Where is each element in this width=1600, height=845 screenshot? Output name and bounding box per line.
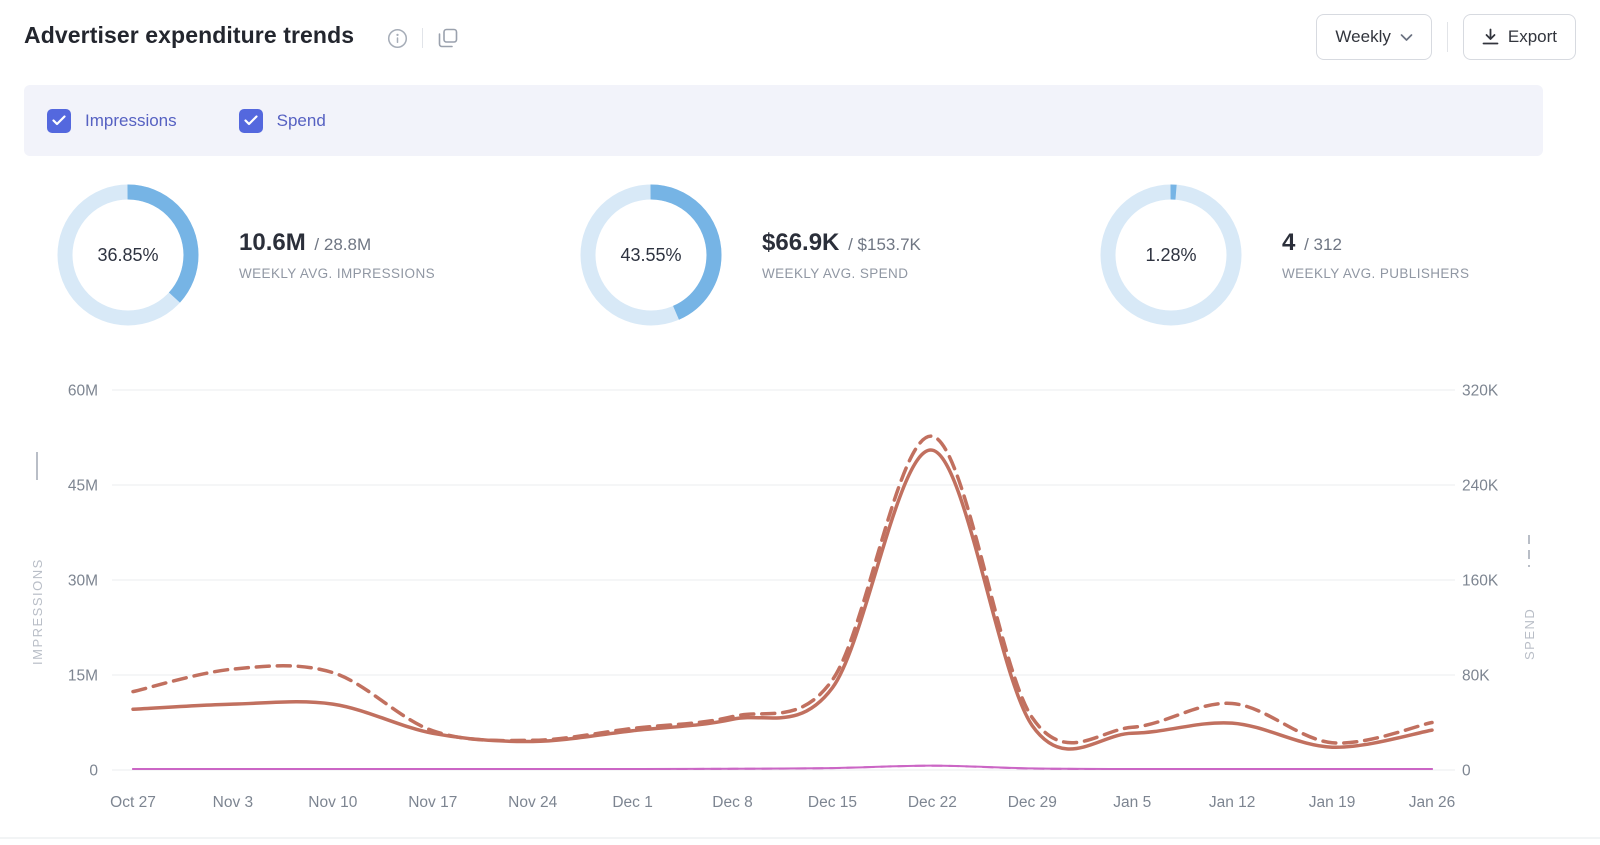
- donut-percent: 1.28%: [1145, 245, 1196, 265]
- period-dropdown[interactable]: Weekly: [1316, 14, 1432, 60]
- stat-value: 10.6M: [239, 229, 306, 256]
- x-axis-tick: Nov 3: [213, 794, 254, 811]
- left-axis-title: IMPRESSIONS: [30, 558, 45, 665]
- x-axis-tick: Dec 8: [712, 794, 753, 811]
- stat-text: 4 / 312 WEEKLY AVG. PUBLISHERS: [1282, 229, 1469, 281]
- left-axis-tick: 45M: [68, 478, 98, 495]
- donut-chart: 1.28%: [1098, 182, 1244, 328]
- left-axis-tick: 15M: [68, 668, 98, 685]
- x-axis-tick: Nov 10: [308, 794, 357, 811]
- x-axis-tick: Dec 22: [908, 794, 957, 811]
- stat-label: WEEKLY AVG. SPEND: [762, 266, 909, 281]
- right-axis-title: SPEND: [1522, 608, 1537, 660]
- divider: [422, 28, 423, 48]
- widget-header: Advertiser expenditure trends Weekly Exp…: [0, 0, 1600, 74]
- trend-line-chart: 0 0 15M 80K 30M 160K 45M 240K 60M 320K Oct 27 Nov 3…: [0, 383, 1600, 839]
- donut-chart: 43.55%: [578, 182, 724, 328]
- checkbox-impressions[interactable]: Impressions: [47, 108, 177, 133]
- header-actions: Weekly Export: [1316, 14, 1576, 60]
- stat-total: / $153.7K: [843, 235, 921, 254]
- stat-text: 10.6M / 28.8M WEEKLY AVG. IMPRESSIONS: [239, 229, 435, 281]
- x-axis-tick: Dec 1: [612, 794, 653, 811]
- checkbox-icon[interactable]: [238, 108, 263, 133]
- info-icon[interactable]: [386, 27, 408, 49]
- page-title: Advertiser expenditure trends: [24, 22, 355, 48]
- period-dropdown-value: Weekly: [1335, 27, 1391, 46]
- metric-filter-band: Impressions Spend: [24, 85, 1543, 156]
- checkbox-label: Impressions: [85, 110, 177, 130]
- copy-icon[interactable]: [437, 27, 459, 49]
- right-axis-tick: 320K: [1462, 383, 1499, 400]
- stat-text: $66.9K / $153.7K WEEKLY AVG. SPEND: [762, 229, 921, 281]
- left-axis-tick: 60M: [68, 383, 98, 400]
- download-icon: [1482, 28, 1499, 45]
- stat-total: / 28.8M: [309, 235, 372, 254]
- advertiser-expenditure-widget: Advertiser expenditure trends Weekly Exp…: [0, 0, 1600, 845]
- x-axis-tick: Jan 26: [1409, 794, 1456, 811]
- donut-percent: 43.55%: [620, 245, 681, 265]
- x-axis-tick: Jan 19: [1309, 794, 1356, 811]
- donut-chart: 36.85%: [55, 182, 201, 328]
- checkbox-spend[interactable]: Spend: [238, 108, 326, 133]
- right-axis-tick: 160K: [1462, 573, 1499, 590]
- x-axis-tick: Nov 24: [508, 794, 557, 811]
- stat-value: 4: [1282, 229, 1296, 256]
- right-axis-tick: 80K: [1462, 668, 1490, 685]
- stat-label: WEEKLY AVG. IMPRESSIONS: [239, 266, 436, 281]
- stat-value: $66.9K: [762, 229, 840, 256]
- series-secondary-impressions: [132, 764, 1433, 771]
- stat-label: WEEKLY AVG. PUBLISHERS: [1282, 266, 1470, 281]
- stats-row: 36.85% 10.6M / 28.8M WEEKLY AVG. IMPRESSIO…: [0, 182, 1600, 332]
- right-axis-tick: 0: [1462, 763, 1471, 780]
- export-button[interactable]: Export: [1462, 14, 1576, 60]
- stat-card-0: 36.85% 10.6M / 28.8M WEEKLY AVG. IMPRESSIO…: [55, 182, 435, 328]
- checkbox-icon[interactable]: [47, 108, 71, 133]
- checkbox-label: Spend: [276, 110, 326, 130]
- divider: [1446, 22, 1448, 52]
- x-axis-tick: Jan 5: [1113, 794, 1151, 811]
- right-axis-tick: 240K: [1462, 478, 1499, 495]
- stat-card-1: 43.55% $66.9K / $153.7K WEEKLY AVG. SPEND: [578, 182, 921, 328]
- stat-total: / 312: [1299, 235, 1342, 254]
- stat-card-2: 1.28% 4 / 312 WEEKLY AVG. PUBLISHERS: [1098, 182, 1469, 328]
- left-axis-tick: 30M: [68, 573, 98, 590]
- chevron-down-icon: [1400, 33, 1413, 41]
- title-icons: [386, 27, 459, 49]
- left-axis-tick: 0: [89, 763, 98, 780]
- x-axis-tick: Jan 12: [1209, 794, 1256, 811]
- x-axis-tick: Dec 29: [1008, 794, 1057, 811]
- export-button-label: Export: [1507, 27, 1557, 46]
- x-axis-tick: Nov 17: [408, 794, 457, 811]
- x-axis-tick: Oct 27: [110, 794, 156, 811]
- x-axis-tick: Dec 15: [808, 794, 857, 811]
- series-spend: [131, 434, 1434, 745]
- donut-percent: 36.85%: [97, 245, 158, 265]
